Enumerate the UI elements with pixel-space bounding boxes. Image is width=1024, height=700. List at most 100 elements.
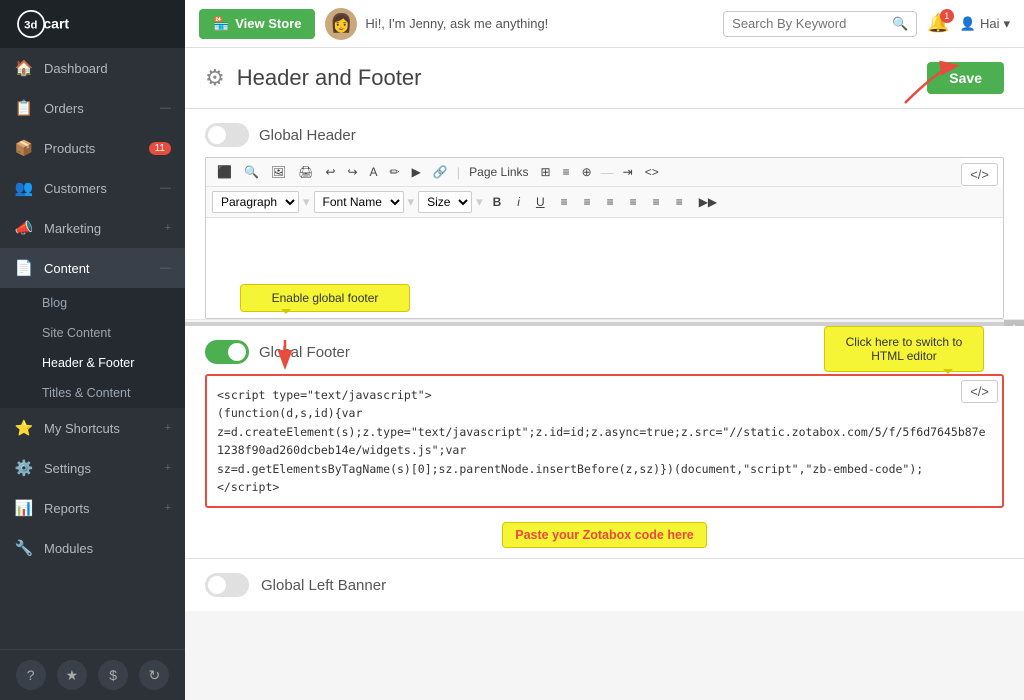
user-menu[interactable]: 👤 Hai ▾ <box>960 16 1010 32</box>
global-footer-toggle[interactable] <box>205 340 249 364</box>
toolbar-align[interactable]: ≡ <box>558 162 575 182</box>
editor-toolbar-bottom: Paragraph ▾ Font Name ▾ Size ▾ B i U ≡ ≡ <box>206 187 1003 218</box>
notification-badge: 1 <box>940 9 954 23</box>
sidebar-item-modules[interactable]: 🔧 Modules <box>0 528 185 568</box>
global-header-toggle[interactable] <box>205 123 249 147</box>
settings-icon: ⚙️ <box>14 458 34 478</box>
toolbar-color[interactable]: A <box>365 162 383 182</box>
toolbar-list-unordered[interactable]: ≡ <box>670 192 689 212</box>
toolbar-page-links[interactable]: Page Links <box>464 162 533 182</box>
sidebar-item-products[interactable]: 📦 Products 11 <box>0 128 185 168</box>
products-badge: 11 <box>149 142 171 155</box>
star-icon: ★ <box>66 667 79 684</box>
toolbar-media[interactable]: ▶ <box>407 162 426 182</box>
global-left-banner-toggle[interactable] <box>205 573 249 597</box>
sidebar-item-label: Reports <box>44 501 165 516</box>
sidebar-item-my-shortcuts[interactable]: ⭐ My Shortcuts + <box>0 408 185 448</box>
footer-code-area[interactable]: <script type="text/javascript"> (functio… <box>205 374 1004 508</box>
content-area: ⚙ Header and Footer Save <box>185 48 1024 700</box>
gear-icon: ⚙ <box>205 65 225 91</box>
sidebar-subitem-header-footer[interactable]: Header & Footer <box>0 348 185 378</box>
toolbar-align-right[interactable]: ≡ <box>601 192 620 212</box>
topbar: 🏪 View Store 👩 Hi!, I'm Jenny, ask me an… <box>185 0 1024 48</box>
search-bar: 🔍 <box>723 11 917 37</box>
sidebar: 3d cart 🏠 Dashboard 📋 Orders — 📦 Product… <box>0 0 185 700</box>
footer-code-button[interactable]: </> <box>961 380 998 403</box>
global-header-label: Global Header <box>259 127 356 144</box>
toolbar-select-all[interactable]: ⬛ <box>212 162 237 182</box>
svg-text:3d: 3d <box>24 19 37 31</box>
sidebar-item-customers[interactable]: 👥 Customers — <box>0 168 185 208</box>
paragraph-select[interactable]: Paragraph <box>212 191 299 213</box>
toolbar-indent[interactable]: ⇥ <box>618 162 638 182</box>
sidebar-logo[interactable]: 3d cart <box>0 0 185 48</box>
currency-button[interactable]: $ <box>98 660 128 690</box>
sidebar-item-orders[interactable]: 📋 Orders — <box>0 88 185 128</box>
help-button[interactable]: ? <box>16 660 46 690</box>
user-name: Hai <box>980 16 1000 31</box>
sidebar-item-dashboard[interactable]: 🏠 Dashboard <box>0 48 185 88</box>
sidebar-subitem-titles-content[interactable]: Titles & Content <box>0 378 185 408</box>
toolbar-print[interactable]: 🖨 <box>293 162 318 182</box>
toolbar-highlight[interactable]: ✏ <box>385 162 405 182</box>
toolbar-separator-5: ▾ <box>476 194 483 210</box>
refresh-button[interactable]: ↻ <box>139 660 169 690</box>
reports-icon: 📊 <box>14 498 34 518</box>
toolbar-list-ordered[interactable]: ≡ <box>647 192 666 212</box>
toolbar-italic[interactable]: i <box>511 192 526 212</box>
sidebar-subitem-blog[interactable]: Blog <box>0 288 185 318</box>
font-name-select[interactable]: Font Name <box>314 191 404 213</box>
sidebar-item-label: Products <box>44 141 145 156</box>
customers-expand-icon: — <box>160 182 171 194</box>
html-editor-tooltip: Click here to switch to HTML editor <box>824 326 984 372</box>
jenny-avatar: 👩 <box>325 8 357 40</box>
view-store-button[interactable]: 🏪 View Store <box>199 9 315 39</box>
toolbar-align-left[interactable]: ≡ <box>555 192 574 212</box>
toolbar-more[interactable]: ▶▶ <box>693 192 723 212</box>
toolbar-separator-1: | <box>455 165 462 180</box>
enable-footer-tooltip: Enable global footer <box>240 284 410 312</box>
notification-button[interactable]: 🔔 1 <box>927 13 949 34</box>
sidebar-subitem-site-content[interactable]: Site Content <box>0 318 185 348</box>
toolbar-undo[interactable]: ↩ <box>320 162 340 182</box>
sidebar-bottom: ? ★ $ ↻ <box>0 649 185 700</box>
search-icon[interactable]: 🔍 <box>892 16 908 32</box>
toolbar-table[interactable]: ⊞ <box>536 162 556 182</box>
user-dropdown-icon: ▾ <box>1003 16 1010 32</box>
toolbar-justify[interactable]: ≡ <box>624 192 643 212</box>
my-shortcuts-expand-icon: + <box>165 422 171 434</box>
toolbar-redo[interactable]: ↪ <box>342 162 362 182</box>
sidebar-item-label: Settings <box>44 461 165 476</box>
reports-expand-icon: + <box>165 502 171 514</box>
header-code-button[interactable]: </> <box>961 163 998 186</box>
toolbar-separator-3: ▾ <box>303 194 310 210</box>
toolbar-underline[interactable]: U <box>530 192 551 212</box>
marketing-icon: 📣 <box>14 218 34 238</box>
size-select[interactable]: Size <box>418 191 472 213</box>
refresh-icon: ↻ <box>149 667 161 684</box>
page-title: Header and Footer <box>237 65 422 91</box>
sidebar-item-reports[interactable]: 📊 Reports + <box>0 488 185 528</box>
save-arrow-annotation <box>900 58 960 111</box>
toolbar-link[interactable]: 🔗 <box>428 162 453 182</box>
toolbar-align-center[interactable]: ≡ <box>578 192 597 212</box>
marketing-expand-icon: + <box>165 222 171 234</box>
sidebar-item-label: My Shortcuts <box>44 421 165 436</box>
toolbar-source[interactable]: <> <box>640 162 664 182</box>
enable-footer-arrow <box>280 340 290 367</box>
global-left-banner-section: Global Left Banner <box>185 558 1024 611</box>
jenny-text: Hi!, I'm Jenny, ask me anything! <box>365 16 548 31</box>
sidebar-item-settings[interactable]: ⚙️ Settings + <box>0 448 185 488</box>
sidebar-item-content[interactable]: 📄 Content — <box>0 248 185 288</box>
search-input[interactable] <box>732 16 892 31</box>
toolbar-bold[interactable]: B <box>487 192 508 212</box>
jenny-chat-area: 👩 Hi!, I'm Jenny, ask me anything! <box>325 8 713 40</box>
favorites-button[interactable]: ★ <box>57 660 87 690</box>
global-footer-section: Enable global footer Click here to switc… <box>185 326 1024 558</box>
toolbar-insert[interactable]: ⊕ <box>577 162 597 182</box>
paste-zotabox-tooltip: Paste your Zotabox code here <box>502 522 707 548</box>
sidebar-item-marketing[interactable]: 📣 Marketing + <box>0 208 185 248</box>
global-left-banner-label: Global Left Banner <box>261 577 386 594</box>
toolbar-zoom-in[interactable]: 🔍 <box>239 162 264 182</box>
toolbar-image[interactable]: 🖼 <box>266 162 291 182</box>
